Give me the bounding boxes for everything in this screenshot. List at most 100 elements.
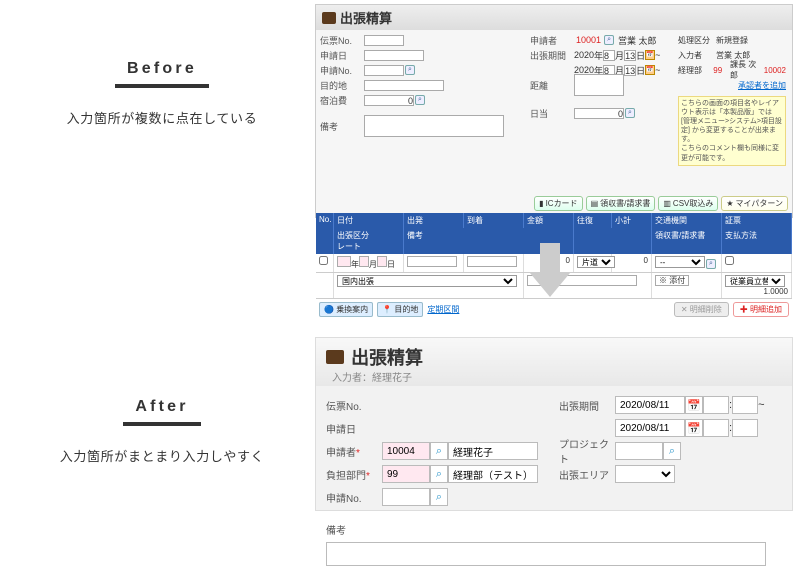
- row-check[interactable]: [319, 256, 328, 265]
- inp-proj[interactable]: [615, 442, 663, 460]
- row-attach[interactable]: ※ 添付: [655, 275, 689, 286]
- link-route[interactable]: 定期区間: [427, 304, 459, 315]
- inp-time-to-h[interactable]: [703, 419, 729, 437]
- inp-slip-no[interactable]: [364, 35, 404, 46]
- btn-ic-card[interactable]: ▮ICカード: [534, 196, 582, 211]
- cal-from-icon[interactable]: 📅: [645, 50, 655, 60]
- row-sub: 0: [612, 254, 652, 272]
- briefcase-icon: [326, 350, 344, 364]
- lbl-dest: 目的地: [320, 79, 364, 92]
- inp-memo[interactable]: [364, 115, 504, 137]
- before-title: Before: [115, 60, 209, 88]
- inp-stay[interactable]: 0: [364, 95, 414, 106]
- inp-time-to-m[interactable]: [732, 419, 758, 437]
- th-dep: 出発: [404, 213, 464, 228]
- lbl-period: 出張期間: [559, 398, 615, 413]
- period-to-d[interactable]: 13: [624, 65, 636, 76]
- search-applicant-icon[interactable]: ⌕: [430, 442, 448, 460]
- search-applicant-icon[interactable]: ⌕: [604, 35, 614, 45]
- row-ev[interactable]: [725, 256, 734, 265]
- row-tr-search-icon[interactable]: ⌕: [706, 259, 716, 269]
- inp-dest[interactable]: [364, 80, 444, 91]
- row-pay[interactable]: 従業員立替: [725, 275, 785, 287]
- btn-row-add[interactable]: ✚ 明細追加: [733, 302, 789, 317]
- lbl-proj: プロジェクト: [559, 436, 615, 466]
- lbl-dept: 負担部門*: [326, 467, 382, 482]
- btn-dest[interactable]: 📍 目的地: [377, 302, 423, 317]
- down-arrow-icon: [530, 243, 570, 303]
- before-panel: 出張精算 伝票No. 申請日 申請No.⌕ 目的地 宿泊費0⌕ 備考 申請者10…: [315, 4, 793, 218]
- inp-daily[interactable]: 0: [574, 108, 624, 119]
- row-d[interactable]: [377, 256, 387, 267]
- lbl-proc: 処理区分: [678, 35, 716, 46]
- after-app-title: 出張精算: [351, 348, 423, 368]
- row-div[interactable]: 国内出張: [337, 275, 517, 287]
- link-add-approver[interactable]: 承認者を追加: [738, 80, 786, 91]
- lbl-app-date: 申請日: [320, 49, 364, 62]
- briefcase-icon: [322, 12, 336, 24]
- lbl-app-no: 申請No.: [326, 490, 382, 505]
- period-from-m[interactable]: 8: [603, 50, 615, 61]
- btn-receipt[interactable]: ▤領収書/請求書: [586, 196, 656, 211]
- th-no: No.: [316, 213, 334, 228]
- lbl-memo: 備考: [320, 120, 364, 133]
- search-appno-icon[interactable]: ⌕: [430, 488, 448, 506]
- search-proj-icon[interactable]: ⌕: [663, 442, 681, 460]
- lbl-daily: 日当: [530, 107, 574, 120]
- after-desc: 入力箇所がまとまり入力しやすく: [12, 446, 312, 465]
- search-dept-icon[interactable]: ⌕: [430, 465, 448, 483]
- val-dept-id: 99: [713, 66, 730, 75]
- row-arr[interactable]: [467, 256, 517, 267]
- lbl-app-date: 申請日: [326, 421, 382, 436]
- after-panel: 出張精算 入力者：経理花子 伝票No. 申請日 申請者* ⌕ 負担部門* ⌕ 申請N…: [315, 337, 793, 511]
- val-proc: 新規登録: [716, 35, 748, 46]
- th-arr: 到着: [464, 213, 524, 228]
- period-from-d[interactable]: 13: [624, 50, 636, 61]
- inp-time-from-m[interactable]: [732, 396, 758, 414]
- lbl-dist: 距離: [530, 79, 574, 92]
- search-daily-icon[interactable]: ⌕: [625, 108, 635, 118]
- btn-row-del[interactable]: ✕ 明細削除: [674, 302, 729, 317]
- inp-date-from[interactable]: [615, 396, 685, 414]
- th-pay: 支払方法: [722, 228, 792, 254]
- inp-app-no[interactable]: [382, 488, 430, 506]
- row-tr[interactable]: --: [655, 256, 705, 268]
- lbl-period: 出張期間: [530, 49, 574, 62]
- before-desc: 入力箇所が複数に点在している: [12, 108, 312, 127]
- after-title: After: [123, 398, 200, 426]
- inp-app-date[interactable]: [364, 50, 424, 61]
- cal-to-icon[interactable]: 📅: [645, 65, 655, 75]
- inp-applicant-id[interactable]: [382, 442, 430, 460]
- inp-dist[interactable]: [574, 74, 624, 96]
- inp-app-no[interactable]: [364, 65, 404, 76]
- th-amt: 金額: [524, 213, 574, 228]
- inp-dept-id[interactable]: [382, 465, 430, 483]
- sel-area[interactable]: [615, 465, 675, 483]
- lbl-app-no: 申請No.: [320, 64, 364, 77]
- inp-applicant-name[interactable]: [448, 442, 538, 460]
- lbl-applicant: 申請者*: [326, 444, 382, 459]
- period-from-y: 2020: [574, 50, 594, 60]
- cal-from-icon[interactable]: 📅: [685, 396, 703, 414]
- btn-pattern[interactable]: ★マイパターン: [721, 196, 788, 211]
- th-date: 日付: [334, 213, 404, 228]
- search-stay-icon[interactable]: ⌕: [415, 95, 425, 105]
- inp-date-to[interactable]: [615, 419, 685, 437]
- val-approver-id: 10002: [764, 66, 786, 75]
- csv-icon: ▥: [663, 199, 671, 208]
- after-subtitle: 入力者：経理花子: [332, 369, 782, 384]
- row-dep[interactable]: [407, 256, 457, 267]
- btn-csv[interactable]: ▥CSV取込み: [658, 196, 718, 211]
- btn-transfer[interactable]: 🔵 乗換案内: [319, 302, 373, 317]
- inp-dept-name[interactable]: [448, 465, 538, 483]
- search-appno-icon[interactable]: ⌕: [405, 65, 415, 75]
- inp-memo[interactable]: [326, 542, 766, 566]
- before-app-title: 出張精算: [340, 8, 392, 27]
- cal-to-icon[interactable]: 📅: [685, 419, 703, 437]
- lbl-slip-no: 伝票No.: [326, 398, 382, 413]
- row-ow[interactable]: 片道: [577, 256, 615, 268]
- lbl-stay: 宿泊費: [320, 94, 364, 107]
- row-y[interactable]: [337, 256, 351, 267]
- inp-time-from-h[interactable]: [703, 396, 729, 414]
- row-m[interactable]: [359, 256, 369, 267]
